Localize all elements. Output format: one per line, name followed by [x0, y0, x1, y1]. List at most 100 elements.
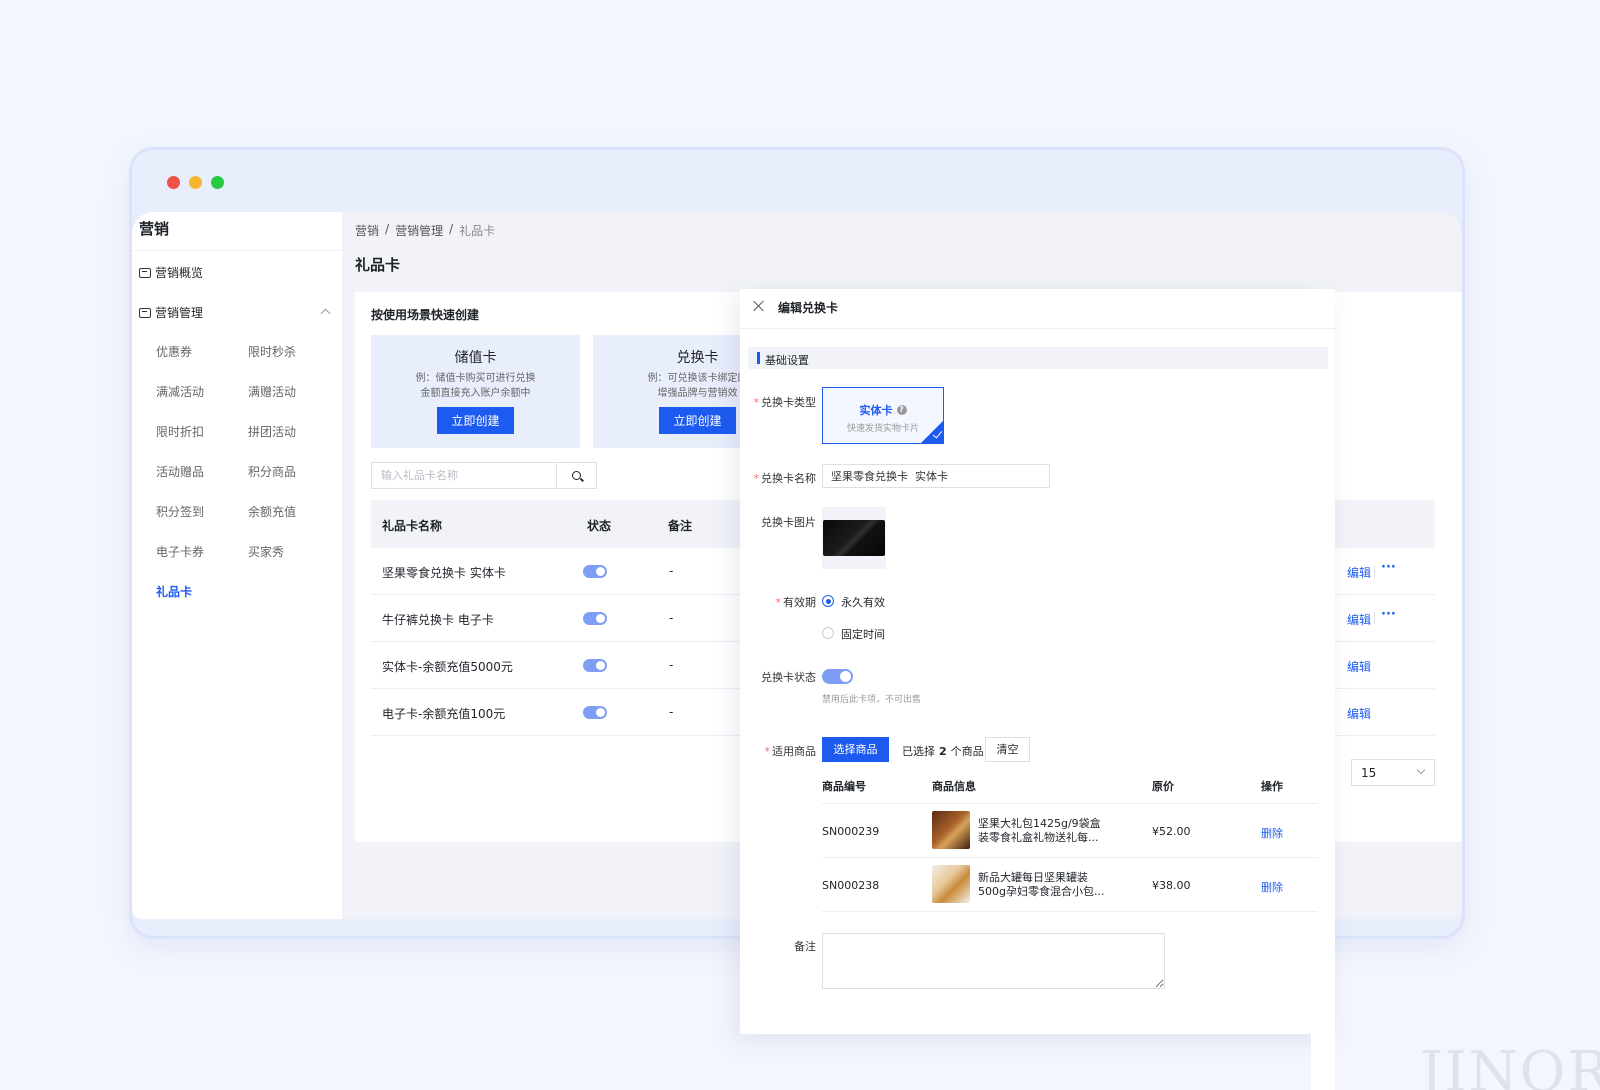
dashboard-icon: [139, 267, 151, 278]
column-header-note: 备注: [668, 519, 693, 533]
column-header-name: 礼品卡名称: [382, 519, 443, 533]
delete-link[interactable]: 删除: [1261, 825, 1283, 841]
maximize-window-dot[interactable]: [211, 176, 224, 189]
chevron-up-icon[interactable]: [320, 308, 331, 319]
select-goods-button[interactable]: 选择商品: [822, 737, 889, 762]
breadcrumb-separator: /: [449, 222, 454, 236]
goods-thumbnail: [932, 865, 970, 903]
sidebar-item-points-checkin[interactable]: 积分签到: [156, 503, 204, 520]
sidebar-item-full-reduction[interactable]: 满减活动: [156, 383, 204, 400]
sidebar-item-balance-recharge[interactable]: 余额充值: [248, 503, 296, 520]
create-now-button[interactable]: 立即创建: [437, 407, 514, 434]
selected-count-text: 已选择 2 个商品: [902, 745, 984, 758]
clear-button[interactable]: 清空: [985, 737, 1030, 762]
sidebar-item-e-voucher[interactable]: 电子卡券: [156, 543, 204, 560]
search-icon: [572, 471, 581, 480]
goods-thumbnail: [932, 811, 970, 849]
card-note: -: [669, 564, 674, 578]
action-divider: [1374, 612, 1375, 624]
quick-create-title: 按使用场景快速创建: [371, 308, 480, 322]
drawer-header: 编辑兑换卡: [740, 289, 1335, 329]
search-button[interactable]: [556, 463, 596, 488]
more-icon[interactable]: ···: [1381, 607, 1396, 622]
breadcrumb-current: 礼品卡: [459, 224, 496, 238]
card-note: -: [669, 658, 674, 672]
status-toggle[interactable]: [583, 659, 607, 672]
search-input[interactable]: [372, 463, 556, 488]
card-note: -: [669, 705, 674, 719]
sidebar-divider: [132, 250, 342, 251]
card-image-label: 兑换卡图片: [761, 516, 816, 529]
card-image-upload[interactable]: [822, 507, 886, 569]
status-toggle[interactable]: [583, 565, 607, 578]
scene-card-title: 储值卡: [454, 350, 497, 366]
sidebar: 营销 营销概览 营销管理 优惠券 限时秒杀 满减活动 满赠活动 限时折扣 拼团活…: [132, 212, 342, 919]
sidebar-item-group-buy[interactable]: 拼团活动: [248, 423, 296, 440]
window-controls: [167, 176, 224, 189]
card-name-input[interactable]: [822, 464, 1050, 488]
close-window-dot[interactable]: [167, 176, 180, 189]
sidebar-item-coupon[interactable]: 优惠券: [156, 343, 192, 360]
close-icon[interactable]: [753, 300, 765, 312]
sidebar-item-activity-gift[interactable]: 活动赠品: [156, 463, 204, 480]
validity-option-label: 永久有效: [841, 596, 885, 609]
column-header-action: 操作: [1261, 780, 1283, 793]
create-now-button[interactable]: 立即创建: [659, 407, 736, 434]
breadcrumb-item[interactable]: 营销管理: [395, 222, 443, 239]
sidebar-item-flash-sale[interactable]: 限时秒杀: [248, 343, 296, 360]
goods-sn: SN000239: [822, 825, 880, 838]
validity-permanent-radio[interactable]: [822, 595, 834, 607]
marketing-icon: [139, 307, 151, 318]
status-toggle[interactable]: [583, 706, 607, 719]
delete-link[interactable]: 删除: [1261, 879, 1283, 895]
scene-card-desc: 金额直接充入账户余额中: [420, 388, 531, 399]
card-name: 实体卡-余额充值5000元: [382, 660, 513, 674]
drawer-bottom-extension: [1311, 1032, 1335, 1090]
edit-link[interactable]: 编辑: [1347, 658, 1371, 675]
card-type-title: 实体卡: [859, 404, 893, 417]
remark-textarea[interactable]: [822, 933, 1165, 989]
more-icon[interactable]: ···: [1381, 560, 1396, 575]
edit-link[interactable]: 编辑: [1347, 564, 1371, 581]
sidebar-item-gift-card[interactable]: 礼品卡: [156, 583, 192, 600]
goods-price: ¥52.00: [1152, 825, 1191, 838]
sidebar-item-buyer-show[interactable]: 买家秀: [248, 543, 284, 560]
edit-link[interactable]: 编辑: [1347, 611, 1371, 628]
page-title: 礼品卡: [355, 256, 401, 274]
help-icon[interactable]: ?: [896, 405, 907, 415]
remark-label: 备注: [794, 940, 816, 953]
module-title: 营销: [139, 220, 170, 238]
status-hint: 禁用后此卡项，不可出售: [822, 695, 922, 705]
sidebar-item-time-discount[interactable]: 限时折扣: [156, 423, 204, 440]
card-status-label: 兑换卡状态: [761, 671, 816, 684]
card-type-option-physical[interactable]: 实体卡? 快速发货实物卡片: [822, 387, 944, 444]
section-header: 基础设置: [748, 347, 1328, 369]
edit-drawer: 编辑兑换卡 基础设置 *兑换卡类型 实体卡? 快速发货实物卡片 *兑换卡名称 兑…: [740, 289, 1335, 1034]
sidebar-item-points-goods[interactable]: 积分商品: [248, 463, 296, 480]
column-header-info: 商品信息: [932, 780, 976, 793]
card-image-thumbnail: [823, 520, 885, 556]
edit-link[interactable]: 编辑: [1347, 705, 1371, 722]
minimize-window-dot[interactable]: [189, 176, 202, 189]
sidebar-item-label: 营销管理: [155, 306, 204, 320]
goods-table-header: 商品编号 商品信息 原价 操作: [822, 766, 1318, 804]
card-name: 坚果零食兑换卡 实体卡: [382, 566, 506, 580]
goods-info: 新品大罐每日坚果罐装 500g孕妇零食混合小包...: [978, 871, 1105, 898]
page-size-select[interactable]: 15: [1351, 759, 1435, 786]
section-title: 基础设置: [765, 354, 809, 367]
sidebar-item-full-gift[interactable]: 满赠活动: [248, 383, 296, 400]
sidebar-item-marketing-management[interactable]: 营销管理: [139, 304, 203, 321]
sidebar-item-overview[interactable]: 营销概览: [139, 264, 203, 281]
validity-option-label: 固定时间: [841, 628, 885, 641]
scene-card-desc: 例：储值卡购买可进行兑换: [415, 373, 536, 384]
goods-info: 坚果大礼包1425g/9袋盒 装零食礼盒礼物送礼每...: [978, 817, 1101, 844]
goods-sn: SN000238: [822, 879, 880, 892]
goods-row: SN000238 新品大罐每日坚果罐装 500g孕妇零食混合小包... ¥38.…: [822, 858, 1318, 912]
sidebar-item-label: 营销概览: [155, 266, 204, 280]
validity-fixed-radio[interactable]: [822, 627, 834, 639]
status-toggle[interactable]: [583, 612, 607, 625]
column-header-status: 状态: [587, 519, 612, 533]
breadcrumb-item[interactable]: 营销: [355, 222, 379, 239]
card-status-toggle[interactable]: [822, 669, 853, 684]
validity-label: * 有效期: [775, 596, 817, 609]
